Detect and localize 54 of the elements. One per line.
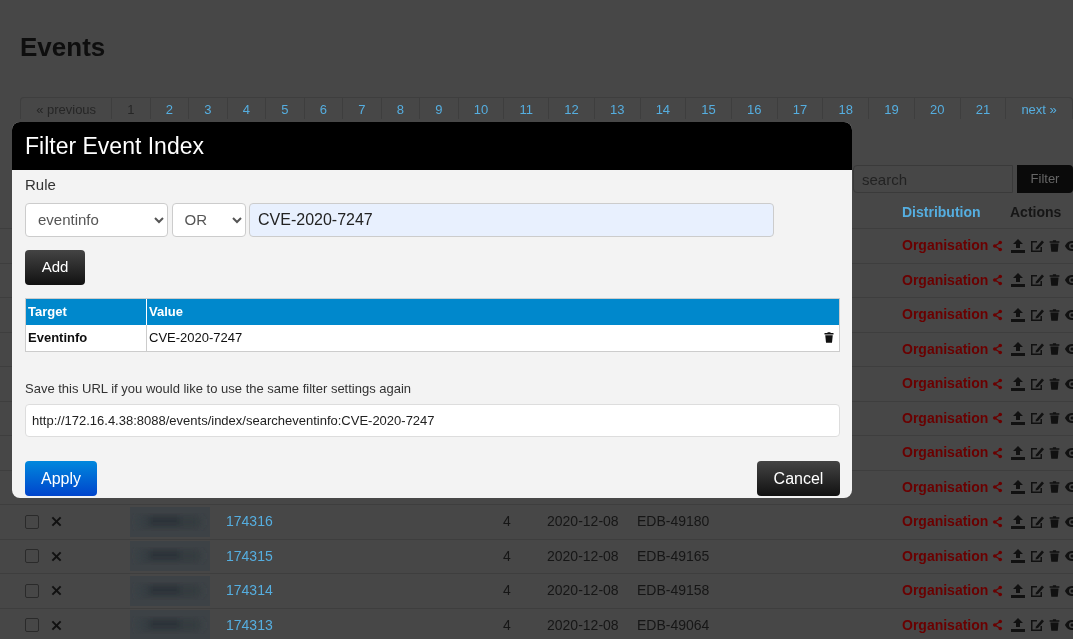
pagination-link[interactable]: 21 bbox=[959, 98, 1006, 119]
event-id-link[interactable]: 174313 bbox=[226, 616, 273, 633]
pagination-link[interactable]: 14 bbox=[639, 98, 686, 119]
value-input[interactable]: CVE-2020-7247 bbox=[249, 202, 774, 237]
distribution-label: Organisation bbox=[902, 477, 989, 497]
pagination-link[interactable]: 8 bbox=[380, 98, 420, 119]
pagination-link[interactable]: 11 bbox=[503, 98, 549, 119]
pagination-link[interactable]: 6 bbox=[303, 98, 343, 119]
column-header[interactable]: Distribution bbox=[902, 201, 1010, 223]
page-title: Events bbox=[20, 34, 107, 60]
distribution-label: Organisation bbox=[902, 615, 989, 635]
pagination-link[interactable]: 5 bbox=[265, 98, 304, 119]
apply-button[interactable]: Apply bbox=[25, 461, 97, 496]
distribution-label: Organisation bbox=[902, 339, 989, 359]
distribution-label: Organisation bbox=[902, 374, 989, 394]
distribution-label: Organisation bbox=[902, 236, 989, 256]
filter-button[interactable]: Filter bbox=[1017, 165, 1073, 193]
pagination-link[interactable]: 20 bbox=[913, 98, 960, 119]
pagination-link[interactable]: 18 bbox=[822, 98, 869, 119]
pagination-link[interactable]: 15 bbox=[685, 98, 731, 119]
add-button[interactable]: Add bbox=[25, 249, 85, 285]
modal-title: Filter Event Index bbox=[12, 122, 852, 170]
pagination-link[interactable]: 4 bbox=[226, 98, 266, 119]
event-id-link[interactable]: 174316 bbox=[226, 513, 273, 530]
field-label: Rule bbox=[25, 175, 57, 195]
column-header: Target bbox=[26, 298, 147, 325]
distribution-label: Organisation bbox=[902, 270, 989, 290]
pagination-link[interactable]: 16 bbox=[730, 98, 777, 119]
distribution-label: Organisation bbox=[902, 443, 989, 463]
pagination-link[interactable]: 7 bbox=[342, 98, 381, 119]
distribution-label: Organisation bbox=[902, 512, 989, 532]
pagination-link[interactable]: 17 bbox=[776, 98, 823, 119]
event-id-link[interactable]: 174314 bbox=[226, 582, 273, 599]
pagination-link[interactable]: 13 bbox=[593, 98, 640, 119]
pagination-link[interactable]: 2 bbox=[149, 98, 189, 119]
pagination-link[interactable]: 10 bbox=[457, 98, 504, 119]
url-label: Save this URL if you would like to use the same filter settings again bbox=[25, 379, 413, 398]
distribution-label: Organisation bbox=[902, 305, 989, 325]
pagination-link[interactable]: 12 bbox=[548, 98, 594, 119]
pagination-link[interactable]: next » bbox=[1005, 98, 1072, 119]
pagination-link[interactable]: 19 bbox=[868, 98, 914, 119]
column-header: Value bbox=[149, 302, 183, 321]
table-cell-text: CVE-2020-7247 bbox=[149, 328, 243, 347]
table-cell: Eventinfo bbox=[26, 324, 147, 351]
pagination-link[interactable]: 9 bbox=[419, 98, 458, 119]
operator-select[interactable]: OR bbox=[171, 202, 246, 237]
distribution-label: Organisation bbox=[902, 546, 989, 566]
event-id-link[interactable]: 174315 bbox=[226, 547, 273, 564]
distribution-label: Organisation bbox=[902, 581, 989, 601]
distribution-label: Organisation bbox=[902, 408, 989, 428]
field-select[interactable]: eventinfo bbox=[25, 202, 168, 237]
pagination-link[interactable]: 3 bbox=[188, 98, 227, 119]
url-field[interactable]: http://172.16.4.38:8088/events/index/searcheventinfo:CVE-2020-7247 bbox=[25, 404, 840, 437]
cancel-button[interactable]: Cancel bbox=[757, 461, 840, 496]
